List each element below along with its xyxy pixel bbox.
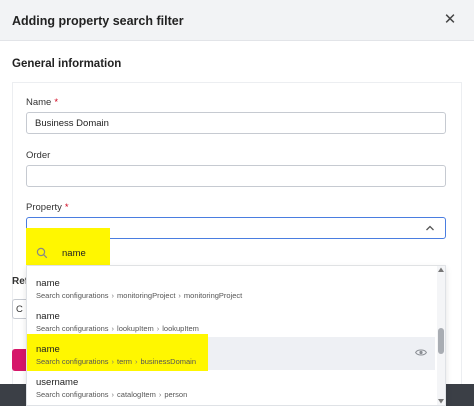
scroll-down-arrow-icon[interactable] (438, 399, 444, 404)
option-name: name (36, 311, 60, 322)
path-segment: monitoringProject (117, 291, 176, 300)
scroll-up-arrow-icon[interactable] (438, 267, 444, 272)
close-button[interactable]: ✕ (442, 12, 458, 28)
path-separator: › (135, 357, 138, 366)
option-0[interactable]: name Search configurations › monitoringPro… (27, 271, 435, 304)
order-input[interactable] (26, 165, 446, 187)
search-icon (36, 247, 48, 259)
property-label: Property * (26, 202, 69, 213)
option-path: Search configurations › catalogItem › person (36, 390, 187, 399)
option-path: Search configurations › monitoringProject ›… (36, 291, 242, 300)
path-segment: monitoringProject (183, 291, 243, 300)
property-options-list[interactable]: name Search configurations › monitoringPro… (26, 266, 446, 406)
eye-icon[interactable] (415, 348, 427, 357)
dropdown-scroll-thumb[interactable] (438, 328, 444, 354)
path-separator: › (178, 291, 181, 300)
primary-button-fragment[interactable] (12, 349, 26, 371)
option-3[interactable]: username Search configurations › catalogIt… (27, 370, 435, 403)
path-segment: Search configurations (36, 324, 109, 333)
path-separator: › (111, 291, 115, 300)
option-2[interactable]: name Search configurations › term › business… (27, 334, 435, 371)
name-label-text: Name (26, 97, 52, 108)
option-name: name (36, 278, 60, 289)
dialog-title: Adding property search filter (12, 14, 184, 28)
path-separator: › (111, 390, 115, 399)
path-segment: Search configurations (36, 390, 109, 399)
path-separator: › (158, 390, 162, 399)
path-segment: businessDomain (140, 357, 196, 366)
path-segment: lookupItem (117, 324, 154, 333)
property-search-input[interactable]: name (62, 248, 86, 259)
property-search-row[interactable]: name (26, 240, 446, 266)
order-label: Order (26, 150, 51, 161)
option-path: Search configurations › lookupItem › lookupI… (36, 324, 199, 333)
section-title-general: General information (12, 58, 122, 70)
path-segment: person (164, 390, 188, 399)
chevron-up-icon (426, 225, 434, 231)
option-1[interactable]: name Search configurations › lookupItem › lo… (27, 304, 435, 337)
name-input[interactable] (26, 112, 446, 134)
path-segment: catalogItem (117, 390, 156, 399)
required-mark: * (54, 97, 59, 108)
path-segment: lookupItem (162, 324, 199, 333)
behind-input-fragment-text: C (16, 304, 23, 315)
path-segment: term (117, 357, 133, 366)
close-icon: ✕ (443, 11, 457, 28)
name-label: Name * (26, 97, 58, 108)
option-path: Search configurations › term › businessDomai… (36, 357, 196, 366)
property-label-text: Property (26, 202, 62, 213)
option-name: name (36, 344, 60, 355)
path-segment: Search configurations (36, 357, 109, 366)
behind-input-fragment: C (12, 299, 26, 319)
option-name: username (36, 377, 79, 388)
path-separator: › (156, 324, 160, 333)
required-mark: * (64, 202, 69, 213)
dialog-header: Adding property search filter ✕ (0, 0, 474, 41)
path-separator: › (111, 357, 115, 366)
path-segment: Search configurations (36, 291, 109, 300)
path-separator: › (111, 324, 115, 333)
